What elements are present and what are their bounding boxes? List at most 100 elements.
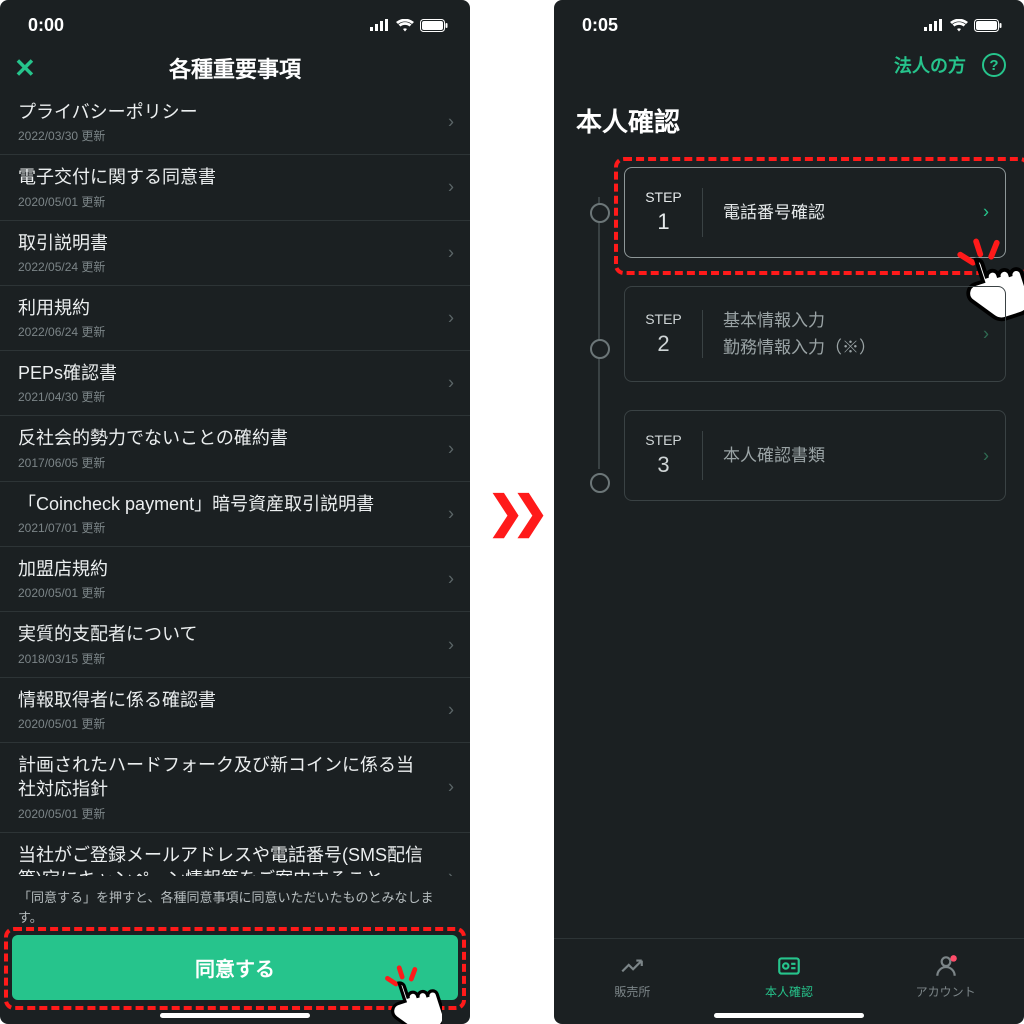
battery-icon [974, 19, 1002, 32]
terms-title: 実質的支配者について [18, 622, 430, 646]
agree-button[interactable]: 同意する [12, 935, 458, 1000]
terms-title: 計画されたハードフォーク及び新コインに係る当社対応指針 [18, 753, 430, 802]
progress-node [590, 203, 610, 223]
step-label: STEP 3 [643, 431, 703, 480]
chevron-right-icon: › [448, 373, 454, 394]
tab-label: アカウント [916, 983, 976, 1000]
tab-icon [619, 953, 645, 979]
chevron-right-icon: › [448, 503, 454, 524]
home-indicator[interactable] [714, 1013, 864, 1018]
chevron-right-icon: › [448, 777, 454, 798]
signal-icon [370, 19, 390, 31]
tab-icon [776, 953, 802, 979]
step-body: 基本情報入力勤務情報入力（※） [723, 307, 965, 361]
terms-date: 2022/05/24 更新 [18, 258, 430, 275]
chevron-right-icon: › [448, 242, 454, 263]
progress-line [598, 197, 600, 469]
terms-row[interactable]: 情報取得者に係る確認書 2020/05/01 更新 › [0, 678, 470, 743]
close-icon[interactable]: ✕ [14, 55, 36, 81]
terms-title: 当社がご登録メールアドレスや電話番号(SMS配信等)宛にキャンペーン情報等をご案… [18, 843, 430, 876]
consent-note: 「同意する」を押すと、各種同意事項に同意いただいたものとみなします。 [0, 876, 470, 935]
step-card-1[interactable]: STEP 1 電話番号確認 › [624, 167, 1006, 258]
header: ✕ 各種重要事項 [0, 46, 470, 90]
terms-row[interactable]: 加盟店規約 2020/05/01 更新 › [0, 547, 470, 612]
status-indicators [924, 19, 1002, 32]
tab-icon [933, 953, 959, 979]
terms-title: 情報取得者に係る確認書 [18, 688, 430, 712]
home-indicator[interactable] [160, 1013, 310, 1018]
step-body: 電話番号確認 [723, 199, 965, 226]
terms-row[interactable]: 実質的支配者について 2018/03/15 更新 › [0, 612, 470, 677]
terms-title: 「Coincheck payment」暗号資産取引説明書 [18, 492, 430, 516]
wifi-icon [396, 19, 414, 32]
tab-label: 本人確認 [765, 983, 813, 1000]
terms-list[interactable]: プライバシーポリシー 2022/03/30 更新 ›電子交付に関する同意書 20… [0, 90, 470, 876]
status-time: 0:00 [28, 15, 64, 36]
terms-date: 2021/04/30 更新 [18, 388, 430, 405]
tab-0[interactable]: 販売所 [554, 939, 711, 1014]
chevron-right-icon: › [448, 866, 454, 876]
terms-title: PEPs確認書 [18, 361, 430, 385]
terms-row[interactable]: PEPs確認書 2021/04/30 更新 › [0, 351, 470, 416]
chevron-right-icon: › [448, 438, 454, 459]
terms-date: 2020/05/01 更新 [18, 193, 430, 210]
step-card-3[interactable]: STEP 3 本人確認書類 › [624, 410, 1006, 501]
tab-bar: 販売所 本人確認 アカウント [554, 938, 1024, 1024]
terms-row[interactable]: 当社がご登録メールアドレスや電話番号(SMS配信等)宛にキャンペーン情報等をご案… [0, 833, 470, 876]
chevron-right-icon: › [983, 202, 989, 223]
terms-row[interactable]: 反社会的勢力でないことの確約書 2017/06/05 更新 › [0, 416, 470, 481]
chevron-right-icon: › [448, 569, 454, 590]
status-bar: 0:00 [0, 0, 470, 46]
tab-2[interactable]: アカウント [867, 939, 1024, 1014]
flow-arrow: ❯❯ [470, 0, 554, 1024]
help-icon[interactable]: ? [982, 53, 1006, 77]
status-time: 0:05 [582, 15, 618, 36]
terms-date: 2020/05/01 更新 [18, 584, 430, 601]
chevron-right-icon: ❯❯ [487, 487, 537, 538]
chevron-right-icon: › [448, 634, 454, 655]
terms-row[interactable]: 計画されたハードフォーク及び新コインに係る当社対応指針 2020/05/01 更… [0, 743, 470, 833]
terms-title: 反社会的勢力でないことの確約書 [18, 426, 430, 450]
page-title: 各種重要事項 [169, 52, 301, 84]
terms-row[interactable]: 取引説明書 2022/05/24 更新 › [0, 221, 470, 286]
screen-terms: 0:00 ✕ 各種重要事項 プライバシーポリシー 2022/03/30 更新 ›… [0, 0, 470, 1024]
terms-row[interactable]: 「Coincheck payment」暗号資産取引説明書 2021/07/01 … [0, 482, 470, 547]
terms-date: 2022/03/30 更新 [18, 127, 430, 144]
header: 法人の方 ? [554, 46, 1024, 88]
chevron-right-icon: › [448, 112, 454, 133]
terms-date: 2017/06/05 更新 [18, 454, 430, 471]
terms-date: 2021/07/01 更新 [18, 519, 430, 536]
step-list: STEP 1 電話番号確認 › STEP 2 [554, 167, 1024, 529]
step-card-2[interactable]: STEP 2 基本情報入力勤務情報入力（※） › [624, 286, 1006, 382]
chevron-right-icon: › [983, 445, 989, 466]
chevron-right-icon: › [983, 323, 989, 344]
terms-title: 取引説明書 [18, 231, 430, 255]
chevron-right-icon: › [448, 308, 454, 329]
terms-row[interactable]: 利用規約 2022/06/24 更新 › [0, 286, 470, 351]
terms-date: 2020/05/01 更新 [18, 715, 430, 732]
step-body: 本人確認書類 [723, 442, 965, 469]
page-title: 本人確認 [554, 88, 1024, 167]
signal-icon [924, 19, 944, 31]
status-bar: 0:05 [554, 0, 1024, 46]
battery-icon [420, 19, 448, 32]
progress-node [590, 473, 610, 493]
screen-kyc: 0:05 法人の方 ? 本人確認 STEP 1 電話番号確認 [554, 0, 1024, 1024]
progress-node [590, 339, 610, 359]
terms-title: 電子交付に関する同意書 [18, 165, 430, 189]
terms-row[interactable]: 電子交付に関する同意書 2020/05/01 更新 › [0, 155, 470, 220]
tab-1[interactable]: 本人確認 [711, 939, 868, 1014]
corporate-link[interactable]: 法人の方 [894, 52, 966, 78]
tab-label: 販売所 [614, 983, 650, 1000]
terms-title: 利用規約 [18, 296, 430, 320]
status-indicators [370, 19, 448, 32]
chevron-right-icon: › [448, 177, 454, 198]
chevron-right-icon: › [448, 699, 454, 720]
step-label: STEP 2 [643, 310, 703, 359]
terms-title: プライバシーポリシー [18, 100, 430, 124]
terms-title: 加盟店規約 [18, 557, 430, 581]
terms-row[interactable]: プライバシーポリシー 2022/03/30 更新 › [0, 90, 470, 155]
step-label: STEP 1 [643, 188, 703, 237]
terms-date: 2022/06/24 更新 [18, 323, 430, 340]
terms-date: 2020/05/01 更新 [18, 805, 430, 822]
